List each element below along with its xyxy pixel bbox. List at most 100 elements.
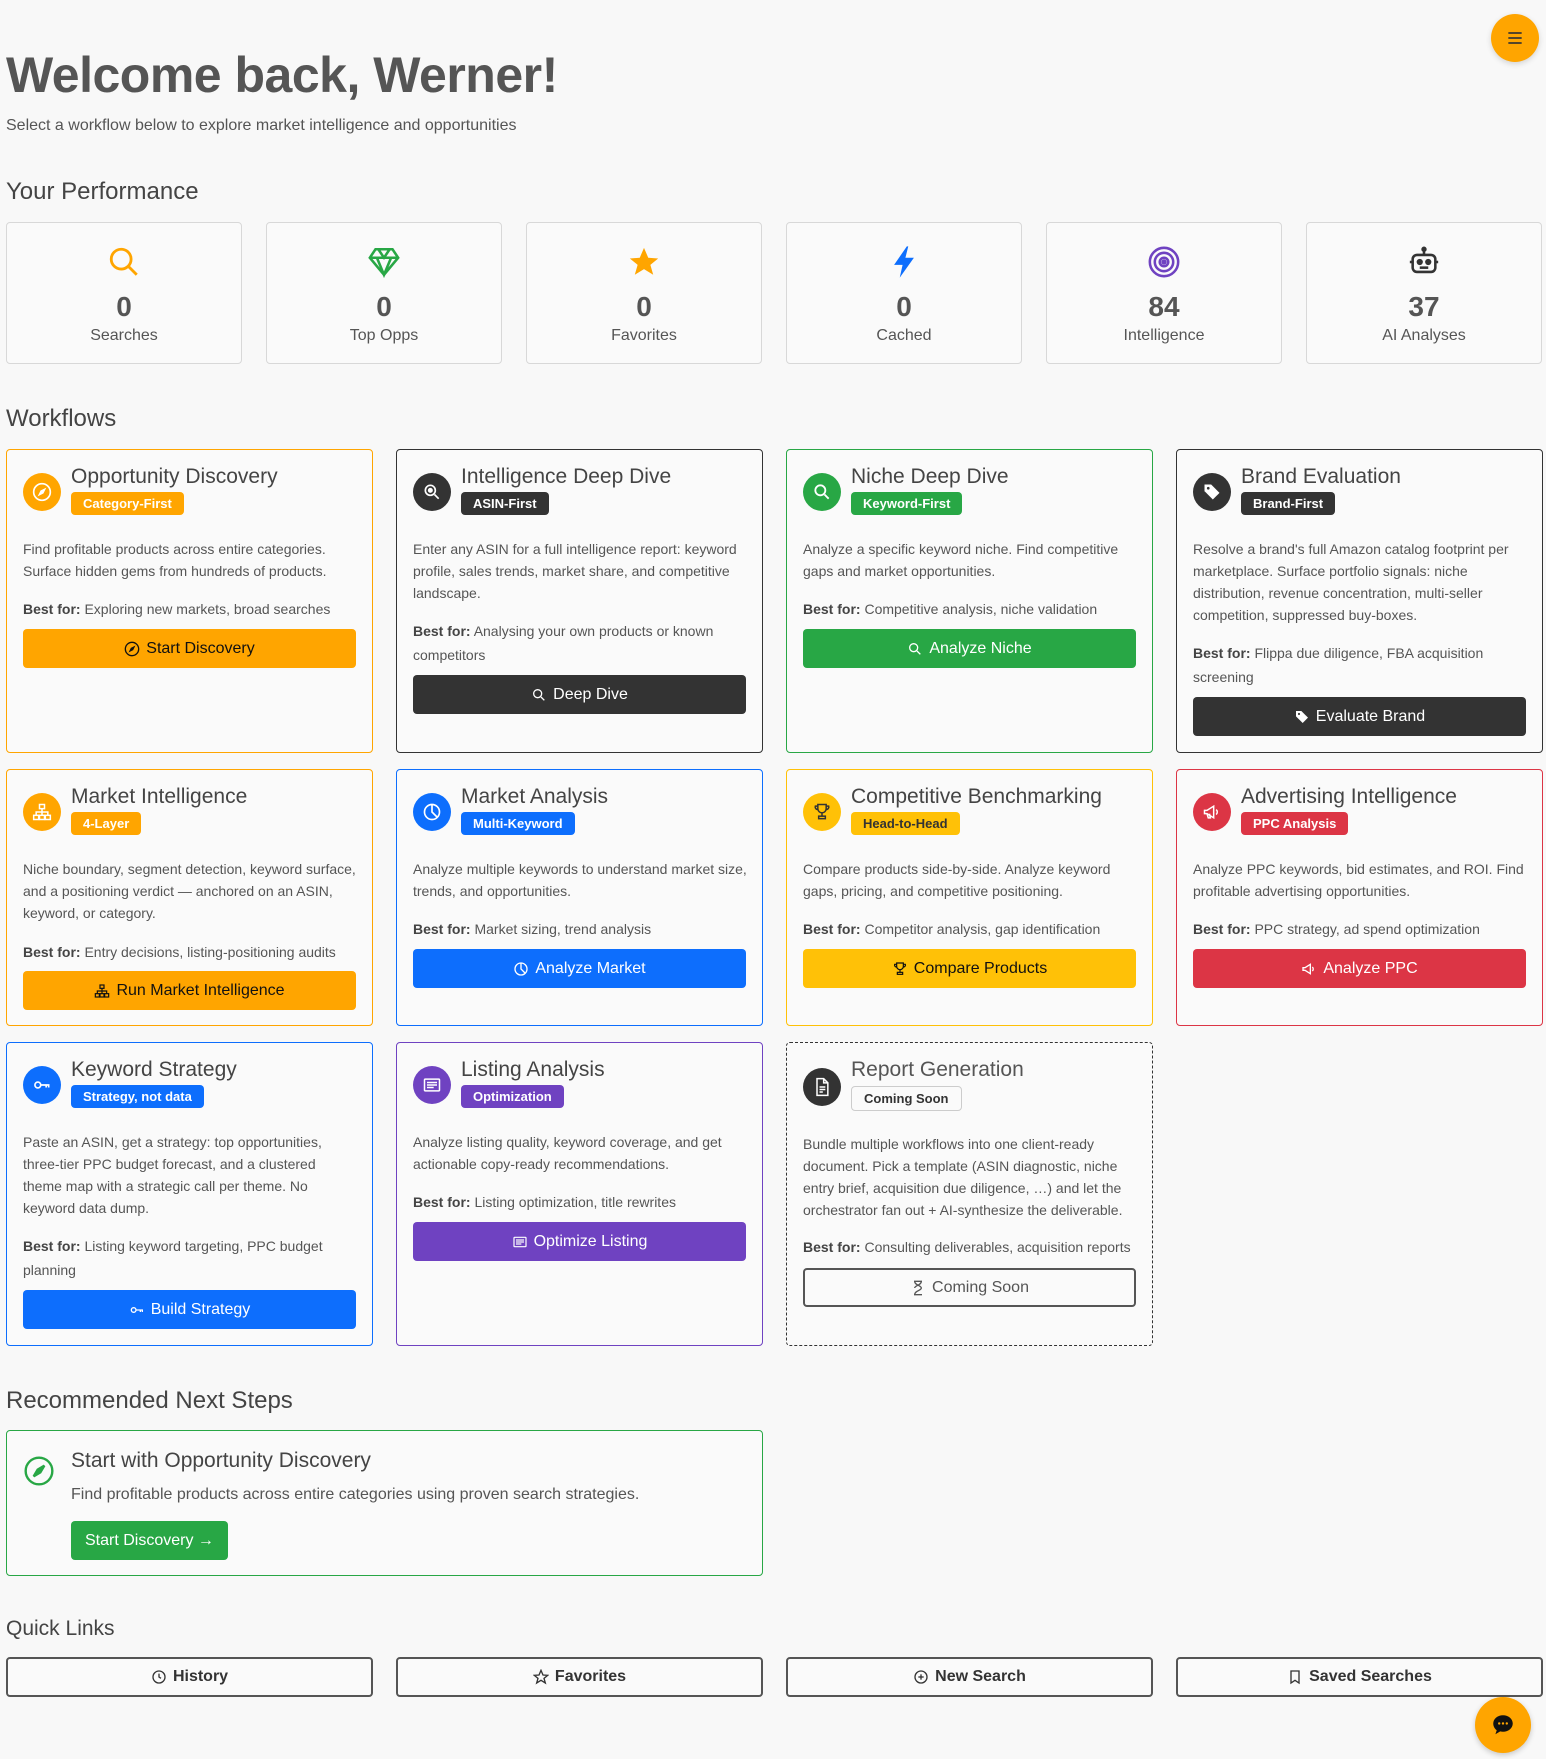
- quick-link-new-search[interactable]: New Search: [786, 1657, 1153, 1697]
- card-description: Analyze listing quality, keyword coverag…: [413, 1134, 722, 1172]
- card-tag: Category-First: [71, 492, 184, 515]
- button-label: Coming Soon: [932, 1278, 1029, 1296]
- card-best-for: Best for: Entry decisions, listing-posit…: [23, 944, 336, 960]
- stat-label: Cached: [876, 327, 932, 344]
- stat-value: 84: [1148, 291, 1180, 322]
- compass-icon: [124, 641, 140, 656]
- card-title: Listing Analysis: [461, 1058, 605, 1081]
- stat-value: 0: [896, 291, 912, 322]
- recommended-card-title: Start with Opportunity Discovery: [71, 1449, 371, 1472]
- workflow-card-intelligence-deep-dive: Intelligence Deep Dive ASIN-First Enter …: [396, 449, 763, 753]
- quick-link-label: Saved Searches: [1309, 1668, 1432, 1685]
- workflow-card-market-intelligence: Market Intelligence 4-Layer Niche bounda…: [6, 769, 373, 1026]
- card-best-for: Best for: Market sizing, trend analysis: [413, 921, 652, 937]
- card-best-for: Best for: Exploring new markets, broad s…: [23, 601, 331, 617]
- button-label: Run Market Intelligence: [116, 981, 285, 999]
- stat-searches: 0 Searches: [6, 222, 242, 364]
- pie-chart-icon: [514, 961, 529, 976]
- stat-label: Intelligence: [1123, 327, 1205, 344]
- megaphone-icon: [1302, 962, 1315, 975]
- listing-icon: [512, 1236, 527, 1247]
- gem-icon: [267, 245, 501, 281]
- card-best-for: Best for: Flippa due diligence, FBA acqu…: [1193, 645, 1484, 685]
- star-icon: [532, 1669, 549, 1685]
- button-label: Build Strategy: [150, 1300, 251, 1318]
- card-title: Report Generation: [851, 1058, 1024, 1081]
- workflow-card-market-analysis: Market Analysis Multi-Keyword Analyze mu…: [396, 769, 763, 1026]
- card-tag: Coming Soon: [851, 1086, 962, 1111]
- card-title: Opportunity Discovery: [71, 465, 278, 488]
- quick-links-title: Quick Links: [6, 1617, 115, 1640]
- card-tag: ASIN-First: [461, 492, 549, 515]
- tag-icon: [1295, 710, 1308, 723]
- card-tag: Keyword-First: [851, 492, 963, 515]
- card-title: Intelligence Deep Dive: [461, 465, 672, 488]
- card-description: Compare products side-by-side. Analyze k…: [803, 861, 1111, 899]
- button-label: Optimize Listing: [533, 1232, 648, 1250]
- quick-link-saved-searches[interactable]: Saved Searches: [1176, 1657, 1543, 1697]
- key-icon: [130, 1306, 143, 1313]
- button-label: Analyze PPC: [1323, 959, 1418, 977]
- megaphone-icon: [1193, 793, 1231, 831]
- search-icon: [7, 245, 241, 281]
- trophy-icon: [803, 793, 841, 831]
- stat-label: AI Analyses: [1382, 327, 1466, 344]
- coming-soon-button[interactable]: Coming Soon: [803, 1268, 1136, 1307]
- document-icon: [803, 1068, 841, 1106]
- stat-value: 0: [116, 291, 132, 322]
- menu-button[interactable]: [1491, 14, 1539, 62]
- card-description: Find profitable products across entire c…: [23, 541, 327, 579]
- evaluate-brand-button[interactable]: Evaluate Brand: [1193, 697, 1526, 736]
- stat-label: Top Opps: [349, 327, 419, 344]
- button-label: Analyze Market: [535, 959, 646, 977]
- stat-top-opps: 0 Top Opps: [266, 222, 502, 364]
- button-label: Start Discovery: [146, 639, 255, 657]
- diagram-icon: [95, 983, 110, 998]
- start-discovery-button[interactable]: Start Discovery: [23, 629, 356, 668]
- card-description: Analyze a specific keyword niche. Find c…: [803, 541, 1119, 579]
- optimize-listing-button[interactable]: Optimize Listing: [413, 1222, 746, 1261]
- start-discovery-button[interactable]: Start Discovery →: [71, 1521, 228, 1560]
- chat-button[interactable]: [1475, 1697, 1531, 1753]
- stat-intelligence: 84 Intelligence: [1046, 222, 1282, 364]
- quick-link-favorites[interactable]: Favorites: [396, 1657, 763, 1697]
- diagram-icon: [23, 793, 61, 831]
- quick-link-history[interactable]: History: [6, 1657, 373, 1697]
- trophy-icon: [893, 961, 906, 975]
- card-best-for: Best for: Listing keyword targeting, PPC…: [23, 1238, 323, 1278]
- card-description: Niche boundary, segment detection, keywo…: [23, 861, 356, 921]
- quick-link-label: History: [172, 1668, 229, 1685]
- card-tag: Multi-Keyword: [461, 812, 575, 835]
- compare-products-button[interactable]: Compare Products: [803, 949, 1136, 988]
- card-title: Competitive Benchmarking: [851, 785, 1102, 808]
- build-strategy-button[interactable]: Build Strategy: [23, 1290, 356, 1329]
- stat-value: 0: [376, 291, 392, 322]
- card-best-for: Best for: PPC strategy, ad spend optimiz…: [1193, 921, 1480, 937]
- quick-link-label: New Search: [935, 1668, 1026, 1685]
- card-description: Analyze PPC keywords, bid estimates, and…: [1193, 861, 1524, 899]
- tag-icon: [1193, 473, 1231, 511]
- search-icon: [909, 642, 922, 655]
- card-title: Niche Deep Dive: [851, 465, 1009, 488]
- compass-icon: [24, 1456, 54, 1486]
- analyze-niche-button[interactable]: Analyze Niche: [803, 629, 1136, 668]
- workflow-card-advertising-intelligence: Advertising Intelligence PPC Analysis An…: [1176, 769, 1543, 1026]
- search-icon: [803, 473, 841, 511]
- card-best-for: Best for: Competitive analysis, niche va…: [803, 601, 1098, 617]
- analyze-market-button[interactable]: Analyze Market: [413, 949, 746, 988]
- robot-icon: [1307, 245, 1541, 281]
- analyze-ppc-button[interactable]: Analyze PPC: [1193, 949, 1526, 988]
- recommended-card: Start with Opportunity Discovery Find pr…: [6, 1430, 763, 1576]
- card-tag: Head-to-Head: [851, 812, 960, 835]
- card-title: Brand Evaluation: [1241, 465, 1401, 488]
- workflow-card-keyword-strategy: Keyword Strategy Strategy, not data Past…: [6, 1042, 373, 1346]
- listing-icon: [413, 1066, 451, 1104]
- workflow-card-listing-analysis: Listing Analysis Optimization Analyze li…: [396, 1042, 763, 1346]
- card-best-for: Best for: Competitor analysis, gap ident…: [803, 921, 1101, 937]
- chat-icon: [1493, 1715, 1513, 1735]
- card-title: Keyword Strategy: [71, 1058, 237, 1081]
- run-market-intelligence-button[interactable]: Run Market Intelligence: [23, 971, 356, 1010]
- workflow-card-report-generation: Report Generation Coming Soon Bundle mul…: [786, 1042, 1153, 1346]
- star-icon: [527, 245, 761, 281]
- deep-dive-button[interactable]: Deep Dive: [413, 675, 746, 714]
